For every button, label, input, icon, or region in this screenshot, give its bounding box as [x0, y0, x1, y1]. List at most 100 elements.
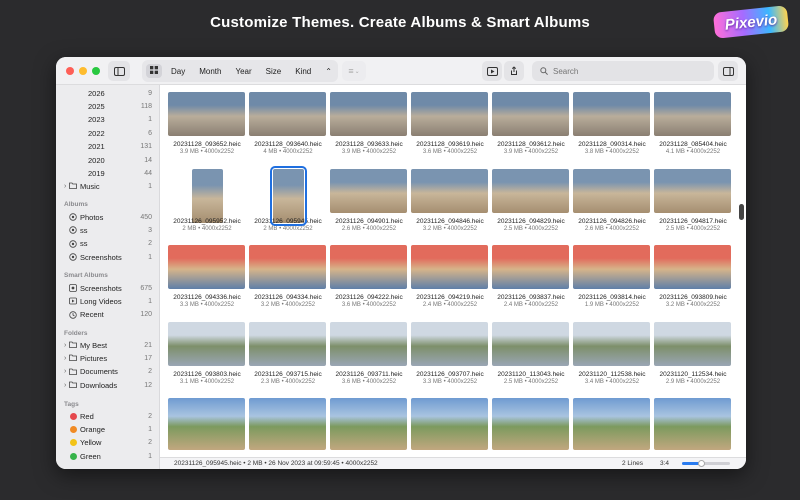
photo-thumbnail[interactable]: [411, 321, 488, 366]
photo-tile[interactable]: 20231126_094901.heic 2.6 MB • 4000x2252: [330, 168, 408, 232]
sidebar-item-smart-2[interactable]: Recent 120: [56, 309, 159, 321]
chevron-right-icon[interactable]: ›: [64, 355, 66, 362]
sidebar-item-smart-0[interactable]: Screenshots 675: [56, 282, 159, 294]
zoom-slider-knob[interactable]: [698, 460, 706, 467]
chevron-right-icon[interactable]: ›: [64, 382, 66, 389]
sort-kind-button[interactable]: Kind: [290, 65, 316, 78]
sidebar-item-music[interactable]: Music 1 ›: [56, 180, 159, 192]
photo-thumbnail[interactable]: [249, 398, 326, 450]
sidebar-item-folder-1[interactable]: Pictures 17 ›: [56, 352, 159, 364]
photo-thumbnail[interactable]: [249, 321, 326, 366]
photo-tile[interactable]: 20231126_094336.heic 3.3 MB • 4000x2252: [168, 245, 246, 308]
photo-thumbnail[interactable]: [411, 245, 488, 289]
photo-thumbnail[interactable]: [492, 245, 569, 289]
photo-thumbnail[interactable]: [492, 398, 569, 450]
chevron-right-icon[interactable]: ›: [64, 368, 66, 375]
zoom-slider[interactable]: [682, 460, 730, 467]
photo-tile[interactable]: 20231128_090314.heic 3.8 MB • 4000x2252: [573, 92, 651, 155]
sidebar-item-year-2025[interactable]: 2025 118: [56, 100, 159, 112]
sidebar-item-folder-3[interactable]: Downloads 12 ›: [56, 379, 159, 391]
photo-thumbnail[interactable]: [654, 398, 731, 450]
photo-thumbnail[interactable]: [330, 168, 407, 213]
sidebar-item-year-2022[interactable]: 2022 6: [56, 127, 159, 139]
zoom-window-button[interactable]: [92, 67, 100, 75]
photo-thumbnail[interactable]: [330, 398, 407, 450]
sidebar-item-album-2[interactable]: ss 2: [56, 238, 159, 250]
photo-thumbnail[interactable]: [492, 92, 569, 136]
sidebar-item-folder-2[interactable]: Documents 2 ›: [56, 366, 159, 378]
photo-tile[interactable]: 20231128_093633.heic 3.9 MB • 4000x2252: [330, 92, 408, 155]
photo-tile[interactable]: 20231126_093707.heic 3.3 MB • 4000x2252: [411, 321, 489, 385]
sidebar-item-year-2026[interactable]: 2026 9: [56, 87, 159, 99]
photo-thumbnail[interactable]: [573, 398, 650, 450]
photo-tile[interactable]: 20231126_095945.heic 2 MB • 4000x2252: [249, 165, 327, 232]
sidebar-item-tag-orange[interactable]: Orange 1: [56, 423, 159, 435]
sidebar-item-album-0[interactable]: Photos 450: [56, 211, 159, 223]
filter-menu-button[interactable]: ≡ ⌄: [342, 61, 366, 81]
photo-thumbnail[interactable]: [411, 398, 488, 450]
close-window-button[interactable]: [66, 67, 74, 75]
photo-thumbnail[interactable]: [573, 168, 650, 213]
photo-thumbnail[interactable]: [168, 321, 245, 366]
photo-thumbnail[interactable]: [330, 321, 407, 366]
sidebar-item-tag-red[interactable]: Red 2: [56, 410, 159, 422]
photo-tile[interactable]: 20231128_093652.heic 3.9 MB • 4000x2252: [168, 92, 246, 155]
minimize-window-button[interactable]: [79, 67, 87, 75]
sidebar-item-tag-yellow[interactable]: Yellow 2: [56, 437, 159, 449]
chevron-right-icon[interactable]: ›: [64, 342, 66, 349]
sidebar-item-year-2020[interactable]: 2020 14: [56, 154, 159, 166]
photo-tile[interactable]: 20231126_094826.heic 2.6 MB • 4000x2252: [573, 168, 651, 232]
photo-tile[interactable]: 20231126_094817.heic 2.5 MB • 4000x2252: [654, 168, 732, 232]
photo-tile[interactable]: 20231128_093612.heic 3.9 MB • 4000x2252: [492, 92, 570, 155]
photo-thumbnail[interactable]: [411, 92, 488, 136]
photo-thumbnail[interactable]: [330, 245, 407, 289]
sidebar-item-folder-0[interactable]: My Best 21 ›: [56, 339, 159, 351]
toggle-sidebar-button[interactable]: [108, 61, 130, 81]
photo-thumbnail[interactable]: [269, 165, 307, 226]
photo-tile[interactable]: 20231126_094829.heic 2.5 MB • 4000x2252: [492, 168, 570, 232]
photo-tile[interactable]: 20231126_093711.heic 3.6 MB • 4000x2252: [330, 321, 408, 385]
group-year-button[interactable]: Year: [230, 65, 256, 78]
photo-thumbnail[interactable]: [492, 168, 569, 213]
photo-thumbnail[interactable]: [654, 168, 731, 213]
photo-tile[interactable]: 20231126_093715.heic 2.3 MB • 4000x2252: [249, 321, 327, 385]
photo-thumbnail[interactable]: [654, 321, 731, 366]
photo-tile[interactable]: 20231120_113043.heic 2.5 MB • 4000x2252: [492, 321, 570, 385]
photo-thumbnail[interactable]: [654, 245, 731, 289]
group-day-button[interactable]: Day: [166, 65, 190, 78]
photo-tile[interactable]: 20231126_094846.heic 3.2 MB • 4000x2252: [411, 168, 489, 232]
photo-thumbnail[interactable]: [249, 245, 326, 289]
photo-tile[interactable]: 20231128_093619.heic 3.6 MB • 4000x2252: [411, 92, 489, 155]
photo-tile[interactable]: 20231120_112538.heic 3.4 MB • 4000x2252: [573, 321, 651, 385]
group-month-button[interactable]: Month: [194, 65, 226, 78]
photo-thumbnail[interactable]: [168, 92, 245, 136]
sidebar-item-album-1[interactable]: ss 3: [56, 224, 159, 236]
photo-thumbnail[interactable]: [191, 168, 223, 223]
sidebar-item-tag-green[interactable]: Green 1: [56, 450, 159, 462]
photo-thumbnail[interactable]: [411, 168, 488, 213]
sidebar-item-year-2021[interactable]: 2021 131: [56, 141, 159, 153]
photo-tile[interactable]: 20231126_094334.heic 3.2 MB • 4000x2252: [249, 245, 327, 308]
chevron-right-icon[interactable]: ›: [64, 183, 66, 190]
sidebar-item-year-2023[interactable]: 2023 1: [56, 114, 159, 126]
photo-thumbnail[interactable]: [573, 92, 650, 136]
photo-tile[interactable]: 20231126_094219.heic 2.4 MB • 4000x2252: [411, 245, 489, 308]
photo-tile[interactable]: 20231126_093803.heic 3.1 MB • 4000x2252: [168, 321, 246, 385]
grid-scrollbar[interactable]: [739, 204, 744, 220]
photo-tile[interactable]: 20231128_093640.heic 4 MB • 4000x2252: [249, 92, 327, 155]
sidebar-item-smart-1[interactable]: Long Videos 1: [56, 295, 159, 307]
sidebar-item-album-3[interactable]: Screenshots 1: [56, 251, 159, 263]
lines-selector[interactable]: 2 Lines: [622, 460, 643, 467]
share-button[interactable]: [504, 61, 524, 81]
search-field[interactable]: [532, 61, 714, 81]
photo-tile[interactable]: 20231126_093809.heic 3.2 MB • 4000x2252: [654, 245, 732, 308]
photo-tile[interactable]: 20231126_094222.heic 3.6 MB • 4000x2252: [330, 245, 408, 308]
photo-thumbnail[interactable]: [330, 92, 407, 136]
slideshow-button[interactable]: [482, 61, 502, 81]
photo-thumbnail[interactable]: [492, 321, 569, 366]
search-input[interactable]: [553, 66, 703, 76]
photo-thumbnail[interactable]: [249, 92, 326, 136]
toggle-inspector-button[interactable]: [718, 61, 738, 81]
sort-size-button[interactable]: Size: [261, 65, 287, 78]
photo-thumbnail[interactable]: [168, 245, 245, 289]
